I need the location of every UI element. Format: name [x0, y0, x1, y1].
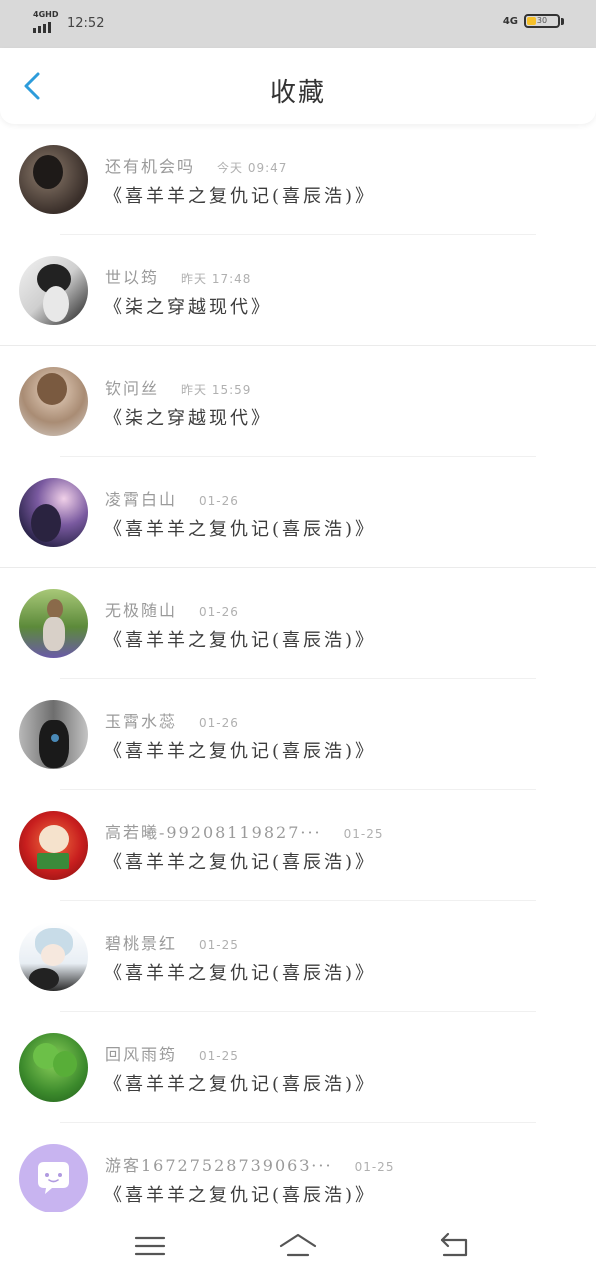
battery-level: 30: [536, 16, 548, 25]
user-name: 世以筠: [105, 268, 160, 287]
avatar: [19, 145, 88, 214]
avatar: [19, 1033, 88, 1102]
user-name: 钦问丝: [105, 379, 160, 398]
status-bar: 4GHD 12:52 4G 30: [0, 0, 596, 48]
user-name: 回风雨筠: [105, 1045, 178, 1064]
favorites-list: 还有机会吗 今天 09:47 《喜羊羊之复仇记(喜辰浩)》 世以筠 昨天 17:…: [0, 124, 596, 1234]
timestamp: 昨天 15:59: [181, 383, 252, 397]
timestamp: 01-25: [199, 938, 239, 952]
timestamp: 01-26: [199, 605, 239, 619]
timestamp: 01-25: [354, 1160, 395, 1174]
menu-button[interactable]: [130, 1230, 170, 1262]
book-title: 《柒之穿越现代》: [104, 408, 272, 429]
favorite-item[interactable]: 回风雨筠 01-25 《喜羊羊之复仇记(喜辰浩)》: [0, 1012, 596, 1123]
status-left: 4GHD 12:52: [33, 10, 104, 34]
avatar: [19, 589, 88, 658]
home-icon: [279, 1233, 317, 1257]
timestamp: 01-25: [199, 1049, 239, 1063]
favorite-item[interactable]: 凌霄白山 01-26 《喜羊羊之复仇记(喜辰浩)》: [0, 457, 596, 568]
favorite-item[interactable]: 碧桃景红 01-25 《喜羊羊之复仇记(喜辰浩)》: [0, 901, 596, 1012]
favorite-item[interactable]: 钦问丝 昨天 15:59 《柒之穿越现代》: [0, 346, 596, 457]
system-nav-bar: [0, 1212, 596, 1280]
avatar: [19, 700, 88, 769]
favorite-item[interactable]: 玉霄水蕊 01-26 《喜羊羊之复仇记(喜辰浩)》: [0, 679, 596, 790]
book-title: 《喜羊羊之复仇记(喜辰浩)》: [104, 741, 377, 762]
network-type: 4GHD: [33, 10, 59, 19]
book-title: 《喜羊羊之复仇记(喜辰浩)》: [104, 1185, 377, 1206]
timestamp: 01-26: [199, 716, 239, 730]
home-button[interactable]: [278, 1230, 318, 1262]
favorite-item[interactable]: 无极随山 01-26 《喜羊羊之复仇记(喜辰浩)》: [0, 568, 596, 679]
avatar: [19, 256, 88, 325]
book-title: 《喜羊羊之复仇记(喜辰浩)》: [104, 630, 377, 651]
user-name: 无极随山: [105, 601, 178, 620]
timestamp: 01-25: [343, 827, 384, 841]
book-title: 《喜羊羊之复仇记(喜辰浩)》: [104, 1074, 377, 1095]
timestamp: 昨天 17:48: [181, 272, 252, 286]
user-name: 碧桃景红: [105, 934, 178, 953]
book-title: 《喜羊羊之复仇记(喜辰浩)》: [104, 963, 377, 984]
user-name: 游客1672752873906З···: [105, 1156, 333, 1175]
favorite-item[interactable]: 还有机会吗 今天 09:47 《喜羊羊之复仇记(喜辰浩)》: [0, 124, 596, 235]
favorite-item[interactable]: 世以筠 昨天 17:48 《柒之穿越现代》: [0, 235, 596, 346]
avatar: [19, 367, 88, 436]
user-name: 玉霄水蕊: [105, 712, 178, 731]
book-title: 《喜羊羊之复仇记(喜辰浩)》: [104, 852, 377, 873]
clock: 12:52: [67, 16, 105, 31]
timestamp: 01-26: [199, 494, 239, 508]
status-right: 4G 30: [503, 14, 564, 28]
avatar: [19, 922, 88, 991]
page-title: 收藏: [269, 78, 326, 108]
menu-icon: [134, 1236, 166, 1256]
battery-icon: 30: [524, 14, 560, 28]
user-name: 凌霄白山: [105, 490, 178, 509]
book-title: 《喜羊羊之复仇记(喜辰浩)》: [104, 519, 377, 540]
network-type-right: 4G: [502, 15, 518, 27]
user-name: 高若曦-99208119827···: [105, 823, 322, 842]
book-title: 《柒之穿越现代》: [104, 297, 272, 318]
user-name: 还有机会吗: [105, 157, 196, 176]
chat-bubble-icon: [38, 1162, 69, 1194]
favorite-item[interactable]: 高若曦-99208119827··· 01-25 《喜羊羊之复仇记(喜辰浩)》: [0, 790, 596, 901]
signal-icon: 4GHD: [33, 10, 59, 34]
timestamp: 今天 09:47: [217, 161, 288, 175]
book-title: 《喜羊羊之复仇记(喜辰浩)》: [104, 186, 377, 207]
avatar: [19, 1144, 88, 1213]
back-icon: [440, 1232, 468, 1257]
header: 收藏: [0, 48, 596, 124]
avatar: [19, 811, 88, 880]
back-nav-button[interactable]: [436, 1230, 476, 1262]
avatar: [19, 478, 88, 547]
